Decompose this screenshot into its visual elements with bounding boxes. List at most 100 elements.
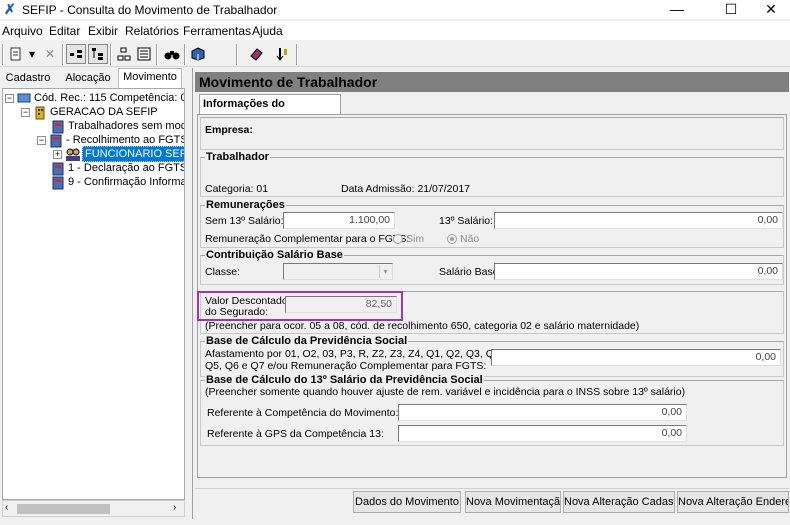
gps-input[interactable]: 0,00	[398, 425, 687, 442]
panel-header: Movimento de Trabalhador	[195, 72, 789, 92]
competencia-input[interactable]: 0,00	[398, 404, 687, 421]
scroll-right-icon[interactable]: ›	[173, 502, 176, 513]
scrollbar-thumb[interactable]	[17, 504, 110, 514]
categoria-text: Categoria: 01	[205, 183, 269, 195]
hierarchy-icon[interactable]	[114, 44, 134, 64]
movement-form: Empresa: Trabalhador Categoria: 01 Data …	[197, 114, 787, 478]
expand-icon[interactable]: +	[53, 149, 62, 159]
tree-node-label: Trabalhadores sem modalid	[68, 120, 185, 132]
trabalhador-legend: Trabalhador	[205, 151, 270, 163]
people-icon	[65, 148, 80, 161]
radio-sim-label: Sim	[406, 233, 425, 245]
previdencia-legend: Base de Cálculo da Previdência Social	[205, 335, 409, 347]
contribuicao-group: Contribuição Salário Base Classe: ▾ Salá…	[200, 249, 784, 285]
contribuicao-legend: Contribuição Salário Base	[205, 249, 344, 261]
menu-ferramentas[interactable]: Ferramentas	[183, 24, 251, 38]
book-icon	[51, 120, 65, 134]
toolbar-separator	[156, 44, 158, 65]
collapse-icon[interactable]: −	[21, 107, 30, 117]
empresa-group: Empresa:	[200, 117, 784, 150]
tree-node-label: 1 - Declaração ao FGTS e	[68, 162, 185, 174]
menu-arquivo[interactable]: Arquivo	[2, 24, 43, 38]
classe-select[interactable]: ▾	[283, 263, 393, 280]
collapse-icon[interactable]: −	[5, 93, 14, 103]
tree-node-confirmacao[interactable]: 9 - Confirmação Informaçõe	[51, 175, 184, 190]
binoculars-icon[interactable]	[162, 44, 182, 64]
tab-alocacao[interactable]: Alocação	[58, 70, 118, 88]
left-pane: Cadastro Alocação Movimento − Cód. Rec.:…	[0, 68, 187, 519]
prev13-legend: Base de Cálculo do 13º Salário da Previd…	[205, 374, 484, 386]
salario-base-input[interactable]: 0,00	[494, 263, 783, 280]
tree-view-icon[interactable]	[66, 44, 86, 64]
tree-node-label: Cód. Rec.: 115 Competência: 03/20	[34, 92, 184, 104]
gps-label: Referente à GPS da Competência 13:	[207, 428, 384, 440]
toolbar-separator	[110, 44, 112, 65]
previdencia-line2: Q5, Q6 e Q7 e/ou Remuneração Complementa…	[205, 360, 487, 372]
toolbar-separator	[62, 44, 64, 65]
s13-label: 13º Salário:	[439, 215, 494, 227]
book-icon	[51, 176, 65, 190]
tree-view[interactable]: − Cód. Rec.: 115 Competência: 03/20 − GE…	[2, 88, 185, 500]
complementar-label: Remuneração Complementar para o FGTS:	[205, 233, 410, 245]
menu-relatorios[interactable]: Relatórios	[125, 24, 179, 38]
empresa-label: Empresa:	[205, 124, 253, 136]
radio-sim[interactable]	[393, 234, 403, 244]
tree-branch-icon[interactable]	[88, 44, 108, 64]
previdencia-line1: Afastamento por 01, O2, 03, P3, R, Z2, Z…	[205, 348, 503, 360]
toolbar-separator	[184, 44, 186, 65]
trabalhador-group: Trabalhador Categoria: 01 Data Admissão:…	[200, 151, 784, 197]
nova-alteracao-cadastral-button[interactable]: Nova Alteração Cadastral	[563, 491, 675, 513]
collapse-icon[interactable]: −	[37, 135, 46, 145]
tree-node-declaracao[interactable]: 1 - Declaração ao FGTS e	[51, 161, 185, 176]
sem13-label: Sem 13º Salário:	[205, 215, 284, 227]
building-icon	[33, 106, 47, 120]
nova-alteracao-endereco-button[interactable]: Nova Alteração Endereço	[677, 491, 789, 513]
tree-node-funcionario[interactable]: + FUNCIONARIO SEFIP	[53, 146, 184, 162]
tree-node-geracao[interactable]: − GERACAO DA SEFIP	[21, 105, 158, 120]
prev13-note: (Preencher somente quando houver ajuste …	[205, 386, 686, 398]
admissao-text: Data Admissão: 21/07/2017	[341, 183, 471, 195]
close-button[interactable]: ✕	[748, 0, 790, 20]
nova-movimentacao-button[interactable]: Nova Movimentação	[465, 491, 561, 513]
tree-node-recolhimento[interactable]: − - Recolhimento ao FGTS	[37, 133, 185, 148]
tree-node-trabalhadores[interactable]: Trabalhadores sem modalid	[51, 119, 185, 134]
menu-ajuda[interactable]: Ajuda	[252, 24, 283, 38]
desconto-note: (Preencher para ocor. 05 a 08, cód. de r…	[205, 320, 640, 332]
arrow-down-tool-icon[interactable]	[272, 44, 292, 64]
toolbar-separator	[296, 44, 298, 65]
competencia-label: Referente à Competência do Movimento:	[207, 407, 399, 419]
menu-exibir[interactable]: Exibir	[88, 24, 118, 38]
new-document-icon[interactable]	[6, 44, 26, 64]
radio-nao[interactable]	[447, 234, 457, 244]
dados-movimento-button[interactable]: Dados do Movimento	[353, 491, 461, 513]
tree-node-label: 9 - Confirmação Informaçõe	[68, 176, 184, 188]
cube-icon[interactable]	[188, 44, 208, 64]
button-bar: Dados do Movimento Nova Movimentação Nov…	[195, 488, 789, 514]
horizontal-scrollbar[interactable]: ‹ ›	[2, 500, 185, 517]
previdencia-group: Base de Cálculo da Previdência Social Af…	[200, 335, 784, 377]
menu-bar: Arquivo Editar Exibir Relatórios Ferrame…	[0, 21, 790, 40]
s13-input[interactable]: 0,00	[494, 212, 783, 229]
tree-root-icon	[17, 92, 31, 104]
toolbar-separator	[236, 44, 238, 65]
sem13-input[interactable]: 1.100,00	[283, 212, 395, 229]
tab-movimento[interactable]: Movimento	[118, 68, 182, 88]
previdencia-input[interactable]: 0,00	[491, 349, 781, 366]
list-icon[interactable]	[134, 44, 154, 64]
menu-editar[interactable]: Editar	[49, 24, 80, 38]
classe-label: Classe:	[205, 266, 241, 278]
right-pane: Movimento de Trabalhador Informações do …	[192, 68, 790, 519]
dropdown-arrow-icon[interactable]: ▾	[26, 44, 38, 64]
delete-x-icon[interactable]: ✕	[40, 44, 60, 64]
tab-informacoes-movimento[interactable]: Informações do Movimento	[199, 94, 341, 128]
book-icon	[49, 134, 63, 148]
tree-node-label: GERACAO DA SEFIP	[50, 106, 158, 118]
eraser-icon[interactable]	[246, 44, 266, 64]
tree-node-label: - Recolhimento ao FGTS	[66, 134, 185, 146]
tree-node-root[interactable]: − Cód. Rec.: 115 Competência: 03/20	[5, 91, 184, 105]
window-title: SEFIP - Consulta do Movimento de Trabalh…	[22, 3, 278, 17]
tab-cadastro[interactable]: Cadastro	[2, 70, 54, 88]
scroll-left-icon[interactable]: ‹	[5, 502, 8, 513]
highlight-box	[197, 291, 403, 321]
minimize-button[interactable]: —	[654, 0, 700, 20]
